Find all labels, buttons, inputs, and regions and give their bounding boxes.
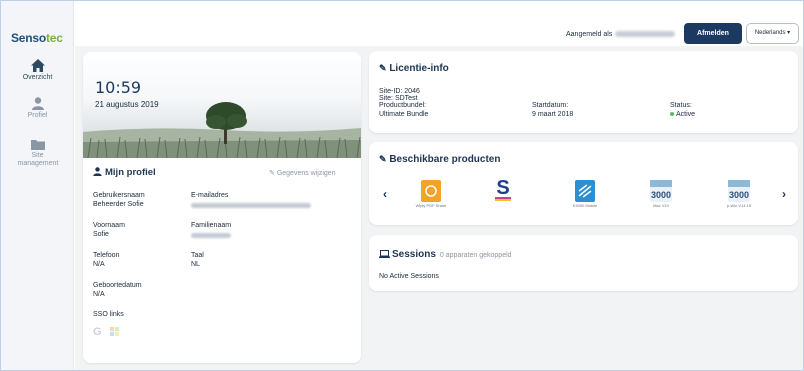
profile-card: 10:59 21 augustus 2019 Mijn profiel ✎ Ge… [83,52,361,363]
lastname-label: Familienaam [191,222,232,229]
bundle-value: Ultimate Bundle [379,111,429,118]
logged-in-as: Aangemeld als [566,31,676,38]
main-content: 10:59 21 augustus 2019 Mijn profiel ✎ Ge… [75,46,803,370]
bundle-label: Productbundel: [379,102,427,109]
svg-text:3000: 3000 [651,190,671,200]
status-badge: Active [670,111,695,119]
current-date: 21 augustus 2019 [95,100,159,109]
username-label: Gebruikersnaam [93,192,145,199]
home-icon [30,59,45,72]
status-dot-icon [670,112,674,117]
logout-button[interactable]: Afmelden [684,23,742,44]
birthdate-label: Geboortedatum [93,282,142,289]
kurzweil-3000-win-icon: 3000 [728,180,750,202]
license-title: ✎ Licentie-info [379,63,449,74]
user-icon [31,97,44,110]
microsoft-icon[interactable] [110,327,120,336]
start-date-label: Startdatum: [532,102,569,109]
carousel-next-button[interactable]: › [782,187,786,201]
edit-icon: ✎ [269,170,275,177]
blurred-username [615,31,676,38]
google-icon[interactable]: G [93,326,102,338]
svg-text:3000: 3000 [729,190,749,200]
sidebar-item-label: Site management [17,152,59,167]
sessions-title: Sessions 0 apparaten gekoppeld [379,249,512,260]
products-card: ✎ Beschikbare producten ‹ › Wiply PDF Sh… [369,142,798,225]
user-icon [93,167,102,176]
edit-note-icon: ✎ [379,63,387,73]
sidebar-item-label: Profiel [27,112,48,119]
sidebar: Sensotec Overzicht Profiel Site manageme… [1,1,74,370]
birthdate-value: N/A [93,291,105,298]
blurred-email [191,203,311,208]
sidebar-item-profiel[interactable]: Profiel [1,97,74,119]
profile-title: Mijn profiel [93,167,156,178]
current-time: 10:59 [95,78,142,97]
products-title: ✎ Beschikbare producten [379,154,501,165]
sprint-s-icon: S [495,177,511,201]
language-label: Taal [191,252,204,259]
firstname-label: Voornaam [93,222,125,229]
carousel-prev-button[interactable]: ‹ [383,187,387,201]
banner-image: 10:59 21 augustus 2019 [83,52,361,158]
product-tile[interactable]: 3000 Mac V10 [645,180,677,208]
sidebar-item-overzicht[interactable]: Overzicht [1,59,74,81]
product-tile[interactable]: Wiply PDF Share [409,180,453,208]
edit-note-icon: ✎ [379,154,387,164]
laptop-icon [379,250,390,258]
kurzweil-3000-mac-icon: 3000 [650,180,672,202]
logo[interactable]: Sensotec [11,31,63,45]
sidebar-item-label: Overzicht [22,74,53,81]
product-tile[interactable]: 3000 p-Win V14.15 [719,180,759,208]
sso-label: SSO links [93,311,124,318]
wiply-icon [421,180,441,202]
language-value: NL [191,261,200,268]
username-value: Beheerder Sofie [93,201,144,208]
edit-profile-link[interactable]: ✎ Gegevens wijzigen [269,169,336,177]
start-date-value: 9 maart 2018 [532,111,574,118]
sidebar-item-site-management[interactable]: Site management [1,139,74,168]
k3000-mobile-icon [575,180,595,202]
folder-icon [30,140,45,150]
firstname-value: Sofie [93,231,109,238]
language-dropdown[interactable]: Nederlands ▾ [746,23,799,44]
status-label: Status: [670,102,692,109]
sessions-card: Sessions 0 apparaten gekoppeld No Active … [369,235,798,291]
email-label: E-mailadres [191,192,229,199]
product-tile[interactable]: S [491,177,515,203]
license-card: ✎ Licentie-info Site-ID: 2046 Site: SDTe… [369,51,798,133]
sso-links: G [93,322,120,340]
blurred-lastname [191,233,231,238]
product-tile[interactable]: K3000 Mobile [567,180,603,208]
phone-label: Telefoon [93,252,120,259]
svg-text:S: S [496,178,509,199]
sessions-empty-text: No Active Sessions [379,273,439,280]
phone-value: N/A [93,261,105,268]
